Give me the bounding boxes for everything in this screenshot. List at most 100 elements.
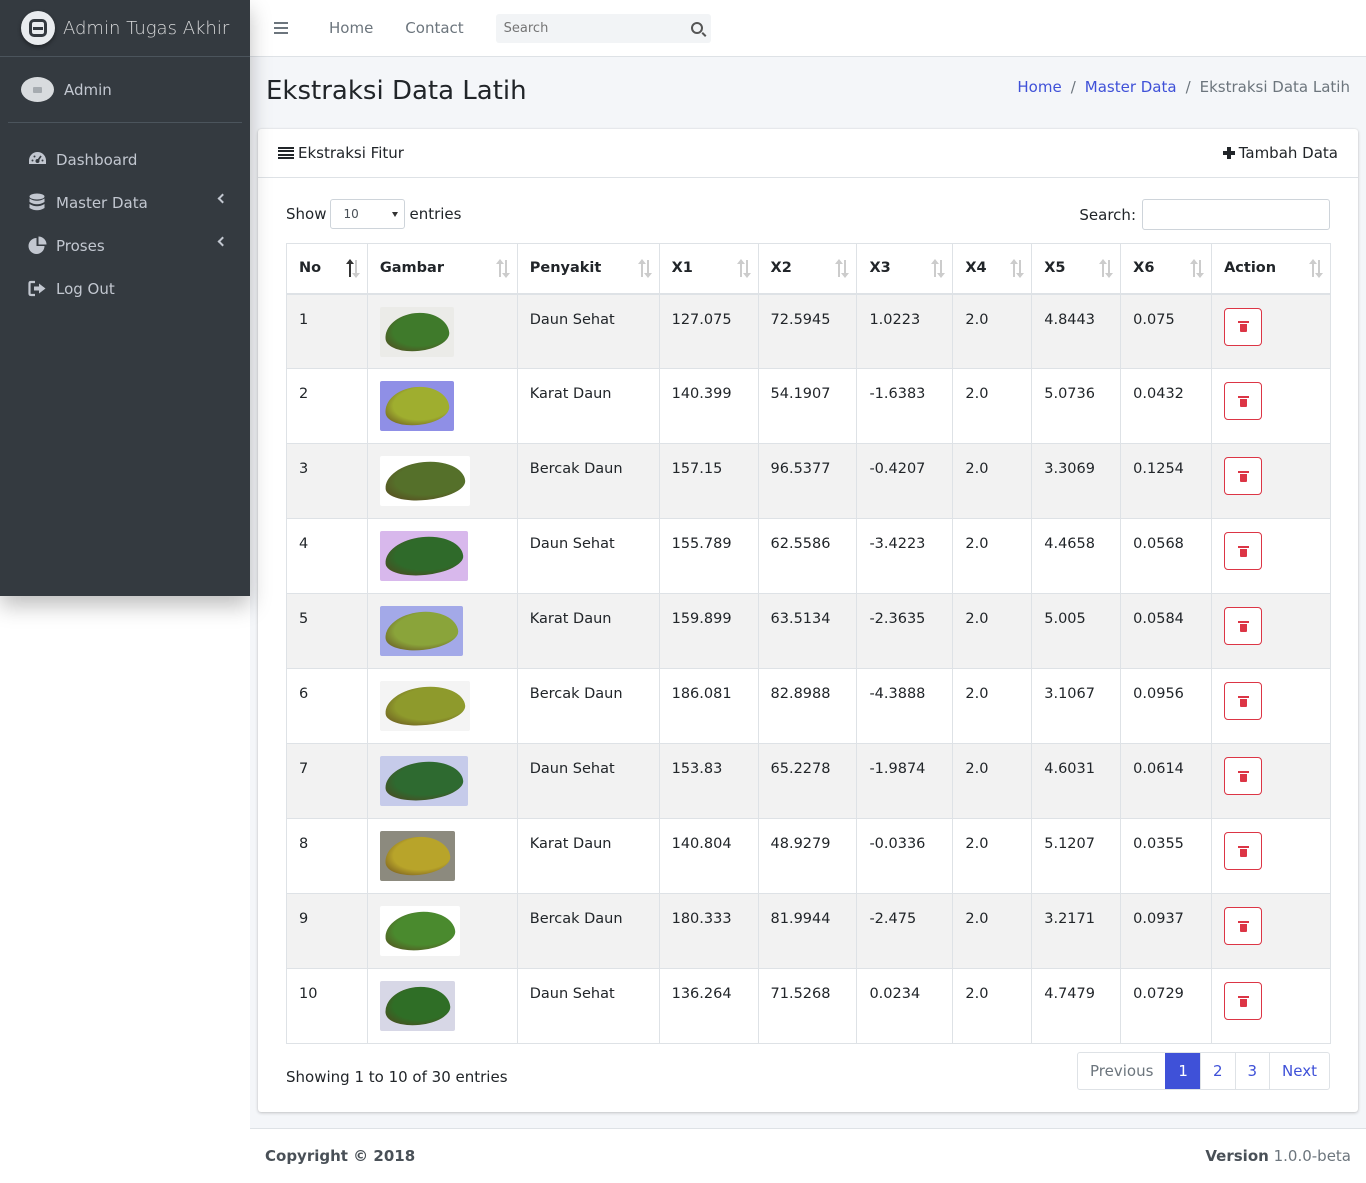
leaf-image-cell xyxy=(366,518,518,594)
sidebar-item-log-out[interactable]: Log Out xyxy=(0,267,250,310)
breadcrumb-master-data[interactable]: Master Data xyxy=(1085,78,1177,96)
menu-toggle-icon[interactable] xyxy=(274,22,288,34)
column-header-x6[interactable]: X6 xyxy=(1120,243,1213,295)
column-header-no[interactable]: No xyxy=(286,243,368,295)
user-panel[interactable]: Admin xyxy=(8,57,242,123)
sidebar-item-label: Proses xyxy=(56,236,105,255)
cell-x3: -0.0336 xyxy=(856,818,954,894)
column-header-label: X1 xyxy=(671,260,693,277)
trash-icon xyxy=(1237,620,1249,632)
delete-button[interactable] xyxy=(1224,532,1263,570)
pagination-next[interactable]: Next xyxy=(1269,1053,1329,1089)
delete-button[interactable] xyxy=(1224,907,1263,945)
delete-button[interactable] xyxy=(1224,607,1263,645)
cell-x1: 140.399 xyxy=(658,368,759,444)
cell-penyakit: Karat Daun xyxy=(516,818,660,894)
cell-x6: 0.0937 xyxy=(1120,893,1213,969)
column-header-x2[interactable]: X2 xyxy=(757,243,858,295)
breadcrumb-separator: / xyxy=(1070,78,1076,96)
pie-chart-icon xyxy=(27,236,47,256)
show-label: Show xyxy=(286,205,327,223)
column-header-label: X6 xyxy=(1133,260,1155,277)
leaf-shape xyxy=(383,682,467,730)
delete-button[interactable] xyxy=(1224,757,1263,795)
search-icon[interactable] xyxy=(690,22,703,34)
card-title-text: Ekstraksi Fitur xyxy=(298,144,404,162)
cell-x2: 62.5586 xyxy=(757,518,858,594)
cell-x6: 0.1254 xyxy=(1120,443,1213,519)
brand-link[interactable]: Admin Tugas Akhir xyxy=(0,0,250,57)
leaf-shape xyxy=(383,309,451,354)
cell-penyakit: Karat Daun xyxy=(516,368,660,444)
copyright-text: Copyright © 2018 xyxy=(265,1147,416,1165)
breadcrumb-home[interactable]: Home xyxy=(1017,78,1061,96)
cell-x5: 5.0736 xyxy=(1031,368,1122,444)
leaf-shape xyxy=(383,833,452,879)
sidebar-item-proses[interactable]: Proses xyxy=(0,224,250,267)
search-input[interactable] xyxy=(503,20,674,36)
column-header-label: X2 xyxy=(770,260,792,277)
entries-label: entries xyxy=(409,205,462,223)
leaf-image-cell xyxy=(366,443,518,519)
table-search-input[interactable] xyxy=(1142,199,1330,230)
add-data-button[interactable]: Tambah Data xyxy=(1222,144,1338,162)
cell-x4: 2.0 xyxy=(952,968,1033,1044)
cell-no: 2 xyxy=(286,368,368,444)
trash-icon xyxy=(1237,395,1249,407)
add-data-label: Tambah Data xyxy=(1238,144,1338,162)
column-header-gambar[interactable]: Gambar xyxy=(366,243,518,295)
breadcrumb-separator: / xyxy=(1185,78,1191,96)
nav-link-home[interactable]: Home xyxy=(313,19,389,37)
column-header-x3[interactable]: X3 xyxy=(856,243,954,295)
column-header-penyakit[interactable]: Penyakit xyxy=(516,243,660,295)
action-cell xyxy=(1211,443,1331,519)
leaf-image-cell xyxy=(366,818,518,894)
footer: Copyright © 2018 Version 1.0.0-beta xyxy=(250,1128,1366,1183)
pagination-page-2[interactable]: 2 xyxy=(1199,1053,1235,1089)
sort-icon xyxy=(931,259,946,278)
delete-button[interactable] xyxy=(1224,982,1263,1020)
table-row: 4 Daun Sehat 155.789 62.5586 -3.4223 2.0 4.465… xyxy=(286,518,1331,594)
cell-no: 6 xyxy=(286,668,368,744)
cell-no: 10 xyxy=(286,968,368,1044)
cell-x5: 4.7479 xyxy=(1031,968,1122,1044)
sort-icon xyxy=(1099,259,1114,278)
nav-link-contact[interactable]: Contact xyxy=(389,19,479,37)
cell-x1: 155.789 xyxy=(658,518,759,594)
column-header-x5[interactable]: X5 xyxy=(1031,243,1122,295)
table-row: 8 Karat Daun 140.804 48.9279 -0.0336 2.0 5.120… xyxy=(286,818,1331,894)
trash-icon xyxy=(1237,770,1249,782)
sidebar-item-master-data[interactable]: Master Data xyxy=(0,181,250,224)
column-header-x4[interactable]: X4 xyxy=(952,243,1033,295)
column-header-x1[interactable]: X1 xyxy=(658,243,759,295)
delete-button[interactable] xyxy=(1224,457,1263,495)
pagination: Previous 1 2 3 Next xyxy=(1077,1052,1330,1090)
brand-title: Admin Tugas Akhir xyxy=(63,17,230,39)
delete-button[interactable] xyxy=(1224,307,1263,346)
sort-icon xyxy=(736,259,751,278)
page-length-value: 10 xyxy=(343,207,359,221)
sidebar-item-dashboard[interactable]: Dashboard xyxy=(0,138,250,181)
cell-no: 4 xyxy=(286,518,368,594)
leaf-image-cell xyxy=(366,968,518,1044)
table-row: 9 Bercak Daun 180.333 81.9944 -2.475 2.0 3.217… xyxy=(286,893,1331,969)
pagination-previous[interactable]: Previous xyxy=(1078,1053,1165,1089)
column-header-action[interactable]: Action xyxy=(1211,243,1331,295)
delete-button[interactable] xyxy=(1224,382,1263,420)
cell-x5: 4.4658 xyxy=(1031,518,1122,594)
cell-x2: 48.9279 xyxy=(757,818,858,894)
pagination-page-3[interactable]: 3 xyxy=(1234,1053,1270,1089)
leaf-image-cell xyxy=(366,893,518,969)
table-info: Showing 1 to 10 of 30 entries xyxy=(286,1068,508,1086)
sign-out-icon xyxy=(27,279,47,299)
delete-button[interactable] xyxy=(1224,832,1263,870)
cell-x2: 72.5945 xyxy=(757,293,858,369)
version-info: Version 1.0.0-beta xyxy=(1205,1147,1351,1165)
action-cell xyxy=(1211,293,1331,369)
leaf-shape xyxy=(383,533,465,579)
delete-button[interactable] xyxy=(1224,682,1263,720)
database-icon xyxy=(27,193,47,213)
pagination-page-1[interactable]: 1 xyxy=(1165,1053,1200,1089)
page-title: Ekstraksi Data Latih xyxy=(266,76,527,106)
page-length-select[interactable]: 10 xyxy=(330,199,406,229)
